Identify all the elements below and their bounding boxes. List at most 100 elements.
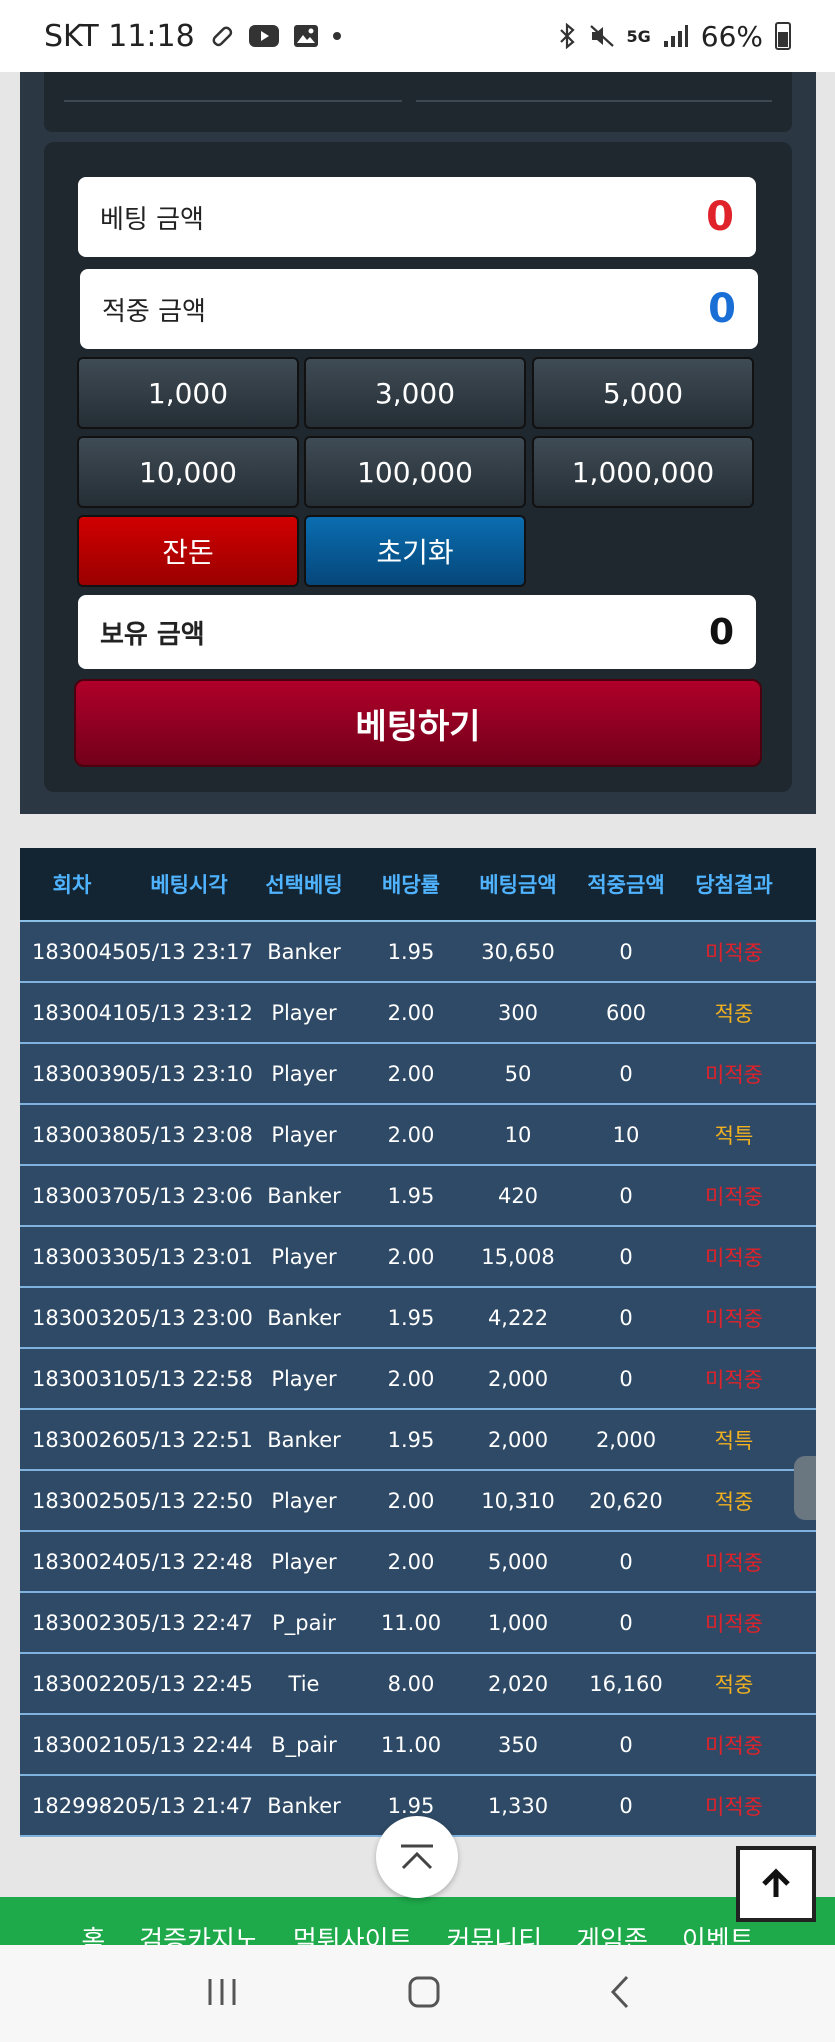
row-odds: 2.00 [387,1366,435,1391]
footer-nav-scam-sites[interactable]: 먹튀사이트 [293,1920,413,1945]
row-bet-amount: 2,020 [487,1671,549,1696]
chip-100000-button[interactable]: 100,000 [304,436,526,508]
row-win-amount: 0 [619,1732,633,1757]
row-round: 1830033 [32,1244,126,1269]
row-bet-time: 05/13 23:12 [125,1000,253,1025]
row-win-amount: 0 [619,1305,633,1330]
chip-10000-button[interactable]: 10,000 [77,436,299,508]
row-result: 미적중 [705,1062,763,1087]
row-bet-time: 05/13 22:50 [125,1488,253,1513]
row-result: 미적중 [705,1794,763,1819]
row-odds: 2.00 [387,1000,435,1025]
row-result: 미적중 [705,1184,763,1209]
row-result: 적중 [714,1489,754,1514]
balance-label: 보유 금액 [100,619,205,650]
row-bet-amount: 420 [497,1183,539,1208]
row-bet-amount: 1,330 [487,1793,549,1818]
row-bet-amount: 50 [504,1061,532,1086]
status-bar: SKT 11:18 5G 66% [0,0,835,72]
row-bet-amount: 2,000 [487,1366,549,1391]
chip-5000-button[interactable]: 5,000 [532,357,754,429]
row-bet-amount: 300 [497,1000,539,1025]
row-win-amount: 16,160 [589,1671,663,1696]
mute-icon [589,21,615,51]
battery-percent: 66% [700,19,763,53]
row-bet-amount: 15,008 [481,1244,555,1269]
footer-nav-community[interactable]: 커뮤니티 [446,1920,542,1945]
row-odds: 1.95 [387,1305,435,1330]
bet-history-table: 회차 베팅시각 선택베팅 배당률 베팅금액 적중금액 당첨결과 1830045 0… [20,848,816,1837]
recent-apps-button[interactable] [204,1977,240,2011]
row-odds: 2.00 [387,1122,435,1147]
row-odds: 2.00 [387,1549,435,1574]
bet-amount-value: 0 [706,194,734,240]
header-bet-amount: 베팅금액 [479,873,557,897]
footer-nav-home[interactable]: 홈 [81,1920,105,1945]
row-result: 미적중 [705,1733,763,1758]
dot-icon [332,32,341,40]
row-win-amount: 2,000 [595,1427,657,1452]
row-result: 미적중 [705,1611,763,1636]
back-to-top-button[interactable] [736,1846,816,1922]
previous-panel-inner [44,72,792,132]
row-bet-time: 05/13 23:06 [125,1183,253,1208]
double-chevron-up-icon [401,1844,433,1870]
header-selection: 선택베팅 [265,873,343,897]
footer-nav-events[interactable]: 이벤트 [682,1920,754,1945]
table-row: 1830026 05/13 22:51 Banker 1.95 2,000 2,000 적특 [20,1410,816,1471]
row-bet-time: 05/13 23:00 [125,1305,253,1330]
row-bet-time: 05/13 22:44 [125,1732,253,1757]
row-win-amount: 0 [619,1610,633,1635]
scroll-handle[interactable] [794,1456,816,1520]
row-bet-amount: 10,310 [481,1488,555,1513]
win-amount-display: 적중 금액 0 [80,269,758,349]
android-nav-bar [0,1945,835,2042]
row-bet-time: 05/13 22:51 [125,1427,253,1452]
row-odds: 2.00 [387,1061,435,1086]
row-selection: Banker [267,1183,341,1208]
table-row: 1830033 05/13 23:01 Player 2.00 15,008 0 미적중 [20,1227,816,1288]
row-bet-time: 05/13 22:45 [125,1671,253,1696]
signal-icon [663,21,689,51]
header-odds: 배당률 [382,873,440,897]
row-bet-time: 05/13 22:48 [125,1549,253,1574]
chip-1000000-button[interactable]: 1,000,000 [532,436,754,508]
5g-icon: 5G [626,26,651,46]
row-result: 적특 [714,1123,754,1148]
row-round: 1830022 [32,1671,126,1696]
carrier-time: SKT 11:18 [44,18,195,54]
header-win-amount: 적중금액 [587,873,665,897]
row-win-amount: 600 [605,1000,647,1025]
footer-nav-verified-casino[interactable]: 검증카지노 [139,1920,259,1945]
row-win-amount: 0 [619,939,633,964]
row-odds: 2.00 [387,1488,435,1513]
row-result: 미적중 [705,1550,763,1575]
row-bet-amount: 10 [504,1122,532,1147]
row-selection: Tie [288,1671,320,1696]
balance-value: 0 [708,611,734,653]
footer-nav-game-zone[interactable]: 게임존 [576,1920,648,1945]
header-bet-time: 베팅시각 [150,873,228,897]
row-selection: Player [271,1488,337,1513]
reset-button[interactable]: 초기화 [304,515,526,587]
bandage-icon [209,21,235,51]
table-row: 1830037 05/13 23:06 Banker 1.95 420 0 미적중 [20,1166,816,1227]
chip-3000-button[interactable]: 3,000 [304,357,526,429]
row-selection: Banker [267,1427,341,1452]
row-bet-amount: 4,222 [487,1305,549,1330]
back-icon [610,1975,628,2008]
row-selection: Banker [267,1793,341,1818]
row-bet-time: 05/13 22:58 [125,1366,253,1391]
row-win-amount: 20,620 [589,1488,663,1513]
back-button[interactable] [609,1975,631,2013]
row-bet-amount: 2,000 [487,1427,549,1452]
header-result: 당첨결과 [695,873,773,897]
row-bet-amount: 1,000 [487,1610,549,1635]
change-button[interactable]: 잔돈 [77,515,299,587]
home-button[interactable] [408,1976,440,2012]
scroll-to-top-button[interactable] [376,1816,458,1898]
win-amount-label: 적중 금액 [102,296,206,327]
chip-1000-button[interactable]: 1,000 [77,357,299,429]
place-bet-button[interactable]: 베팅하기 [74,679,762,767]
row-win-amount: 10 [612,1122,640,1147]
